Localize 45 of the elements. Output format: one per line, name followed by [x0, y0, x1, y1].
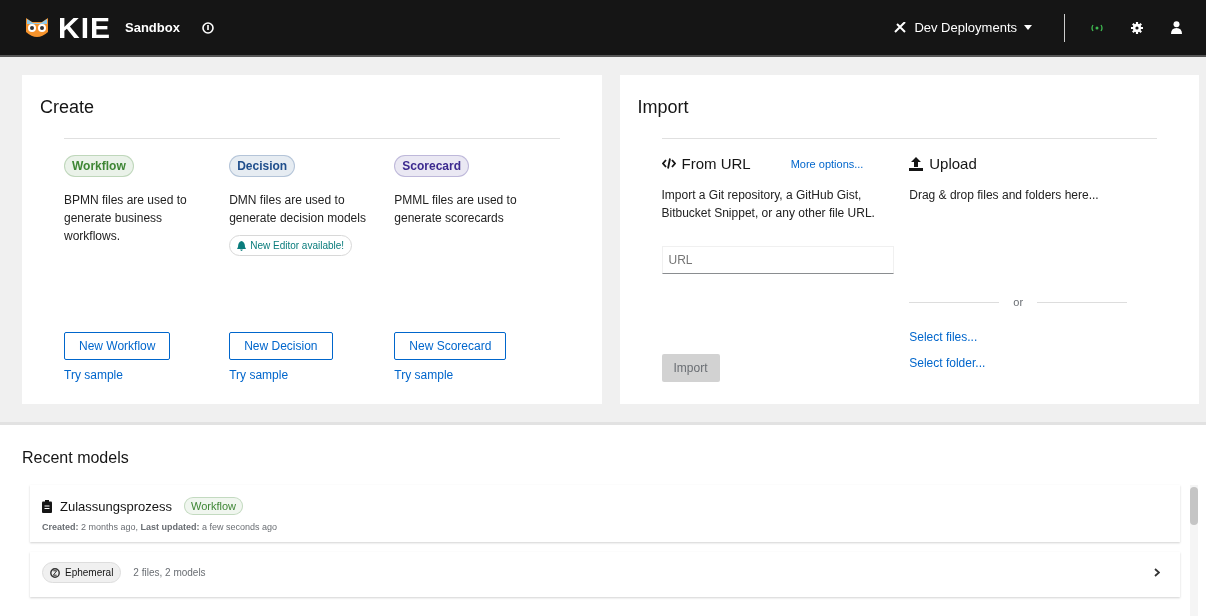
type-label: Workflow — [64, 155, 134, 177]
section-title: Recent models — [22, 449, 130, 467]
new-button[interactable]: New Workflow — [64, 332, 171, 360]
workspace-summary: 2 files, 2 models — [133, 567, 207, 578]
description: Import a Git repository, a GitHub Gist, Bitbucket Snippet, or any other file URL. — [661, 187, 876, 222]
ephemeral-icon — [50, 567, 60, 578]
select-link[interactable]: Select folder... — [909, 356, 986, 370]
try-sample-link[interactable]: Try sample — [394, 368, 454, 382]
connection-icon[interactable] — [1091, 23, 1103, 32]
try-sample-link[interactable]: Try sample — [64, 368, 123, 382]
workspace-card[interactable]: Ephemeral 2 files, 2 models — [30, 552, 1180, 597]
new-button[interactable]: New Decision — [229, 332, 333, 360]
product-name: Sandbox — [125, 20, 180, 35]
settings-icon[interactable] — [1131, 21, 1143, 34]
model-card[interactable]: Zulassungsprozess Workflow Created: 2 months ago, Last updated: a few seconds ago — [30, 485, 1180, 542]
card-title: Import — [637, 97, 690, 118]
description: BPMN files are used to generate business workflows. — [64, 192, 188, 245]
owl-logo-icon — [24, 15, 50, 40]
chevron-right-icon[interactable] — [1154, 568, 1160, 577]
section-title: Upload — [929, 155, 977, 172]
description: DMN files are used to generate decision models — [229, 192, 367, 227]
try-sample-link[interactable]: Try sample — [229, 368, 289, 382]
user-icon[interactable] — [1171, 21, 1182, 34]
type-label: Workflow — [184, 497, 244, 515]
select-link[interactable]: Select files... — [909, 330, 978, 344]
type-label: Decision — [229, 155, 296, 177]
ephemeral-label: Ephemeral — [42, 562, 122, 583]
or-separator: or — [1013, 296, 1024, 308]
bell-icon — [237, 240, 247, 251]
new-button[interactable]: New Scorecard — [394, 332, 507, 360]
info-icon[interactable] — [201, 21, 214, 34]
card-title: Create — [40, 97, 96, 118]
brand-name: KIE — [58, 10, 111, 45]
description: PMML files are used to generate scorecards — [394, 192, 518, 227]
upload-icon — [909, 156, 924, 171]
model-dates: Created: 2 months ago, Last updated: a few seconds ago — [42, 522, 279, 532]
description: Drag & drop files and folders here... — [909, 187, 1100, 204]
clipboard-icon — [42, 499, 52, 513]
type-label: Scorecard — [394, 155, 470, 177]
caret-icon — [1024, 25, 1032, 30]
section-title: From URL — [681, 155, 751, 172]
scrollbar[interactable] — [1190, 485, 1198, 616]
deployments-dropdown[interactable]: Dev Deployments — [887, 19, 1038, 36]
model-name: Zulassungsprozess — [60, 498, 172, 514]
code-icon — [661, 158, 676, 169]
